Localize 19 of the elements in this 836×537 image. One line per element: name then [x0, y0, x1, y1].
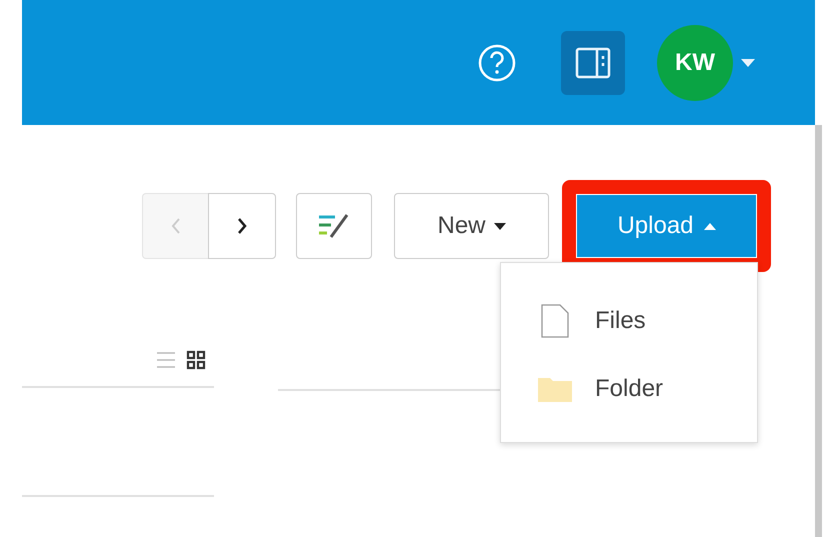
side-panel-icon	[575, 46, 611, 78]
file-icon	[541, 304, 569, 338]
menu-item[interactable]: Files	[501, 287, 757, 355]
list-view-icon[interactable]	[156, 350, 176, 370]
help-icon[interactable]	[477, 42, 517, 82]
folder-icon	[538, 376, 572, 402]
pen-lines-icon	[317, 211, 351, 241]
caret-icon	[704, 222, 716, 230]
forward-button[interactable]	[208, 193, 276, 259]
panel-toggle-button[interactable]	[561, 30, 625, 94]
annotate-button[interactable]	[296, 193, 372, 259]
chevron-left-icon	[170, 217, 180, 235]
new-button[interactable]: New	[394, 193, 549, 259]
caret-icon[interactable]	[741, 58, 755, 66]
scrollbar[interactable]	[815, 125, 822, 537]
caret-icon	[494, 222, 506, 230]
chevron-right-icon	[237, 217, 247, 235]
menu-item[interactable]: Folder	[501, 355, 757, 423]
grid-view-icon[interactable]	[186, 350, 206, 370]
